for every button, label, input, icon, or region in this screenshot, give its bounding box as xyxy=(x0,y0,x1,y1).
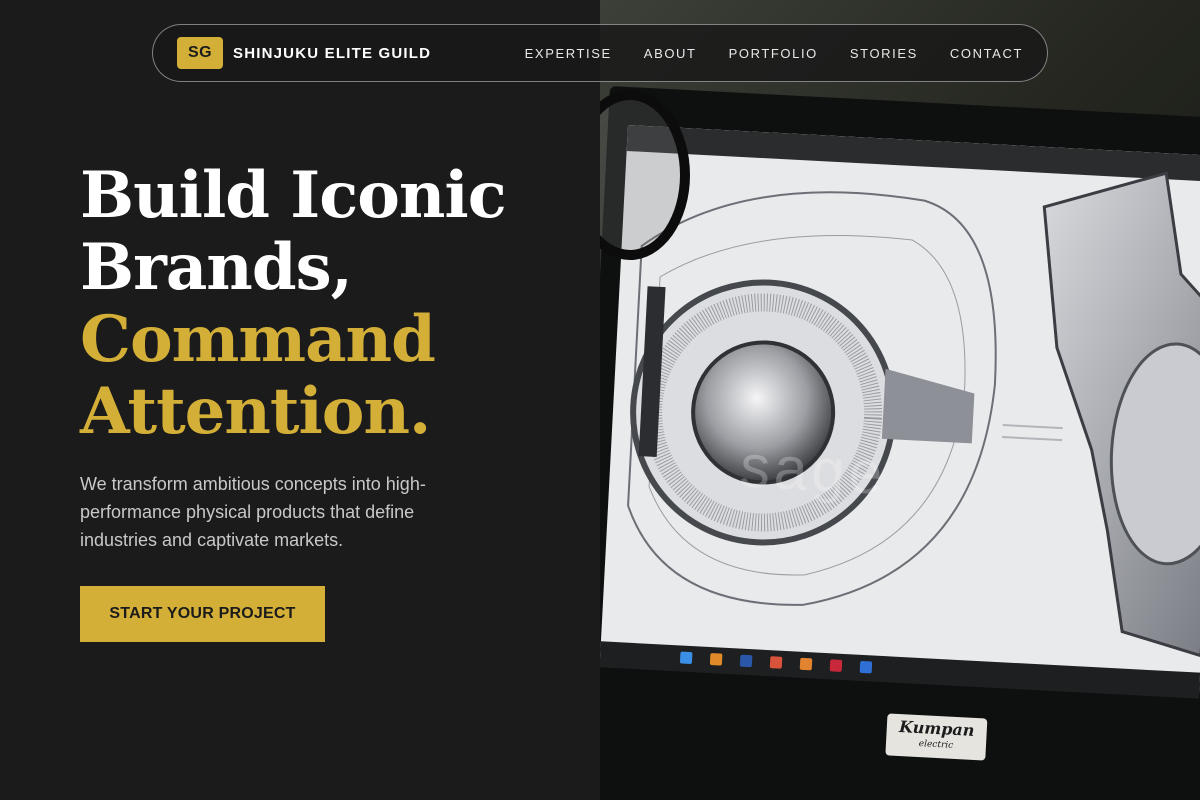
screen-watermark: sage xyxy=(738,432,888,507)
taskbar-app-icon xyxy=(829,659,843,672)
monitor: sage Kumpan electric xyxy=(600,86,1200,800)
taskbar-app-icon xyxy=(859,660,873,674)
nav-link-portfolio[interactable]: PORTFOLIO xyxy=(729,46,818,61)
monitor-screen: sage xyxy=(600,124,1200,696)
headline-line-1: Build Iconic xyxy=(80,158,507,233)
brand-name[interactable]: SHINJUKU ELITE GUILD xyxy=(233,45,431,62)
hero-image: sage Kumpan electric xyxy=(600,0,1200,800)
logo-badge[interactable]: SG xyxy=(177,37,223,69)
nav-links: EXPERTISE ABOUT PORTFOLIO STORIES CONTAC… xyxy=(525,46,1023,61)
hero-headline: Build Iconic Brands, Command Attention. xyxy=(80,158,507,449)
monitor-brand-label: Kumpan electric xyxy=(885,713,988,761)
cad-drawing xyxy=(627,171,1200,658)
headline-line-4: Attention. xyxy=(80,374,431,449)
headline-line-3: Command xyxy=(80,302,436,377)
nav-link-about[interactable]: ABOUT xyxy=(644,46,697,61)
start-project-button[interactable]: START YOUR PROJECT xyxy=(80,586,325,642)
taskbar-app-icon xyxy=(799,657,813,671)
taskbar-app-icon xyxy=(769,656,783,669)
nav-link-stories[interactable]: STORIES xyxy=(850,46,918,61)
taskbar-app-icon xyxy=(679,651,693,665)
hero-subtitle: We transform ambitious concepts into hig… xyxy=(80,474,426,550)
taskbar-app-icon xyxy=(709,653,723,666)
headline-line-2: Brands, xyxy=(80,230,353,305)
top-navigation: SG SHINJUKU ELITE GUILD EXPERTISE ABOUT … xyxy=(152,24,1048,82)
nav-link-contact[interactable]: CONTACT xyxy=(950,46,1023,61)
taskbar-app-icon xyxy=(739,654,753,668)
nav-link-expertise[interactable]: EXPERTISE xyxy=(525,46,612,61)
